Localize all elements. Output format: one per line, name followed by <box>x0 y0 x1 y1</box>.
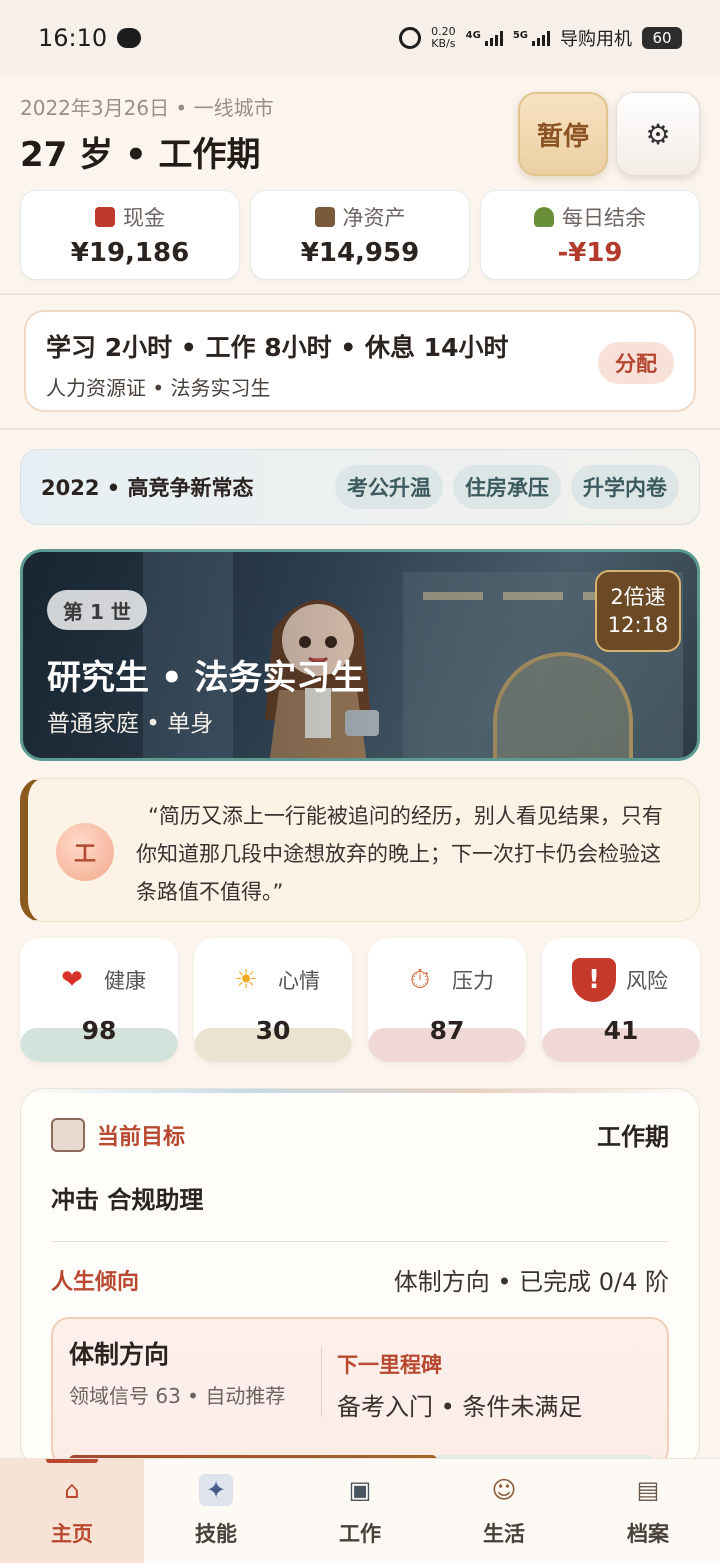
era-title: 2022 • 高竞争新常态 <box>41 476 254 500</box>
divider <box>321 1347 322 1417</box>
goal-label: 当前目标 <box>97 1124 186 1150</box>
game-header: 2022年3月26日 • 一线城市 27 岁 • 工作期 暂停 ⚙ <box>20 92 700 182</box>
stopwatch-icon: ⏱ <box>409 964 431 995</box>
stat-value: ¥19,186 <box>70 238 190 268</box>
character-title: 研究生 • 法务实习生 <box>47 658 365 698</box>
next-milestone-label: 下一里程碑 <box>337 1353 442 1377</box>
nav-life[interactable]: ☺ 生活 <box>432 1459 576 1563</box>
stat-label: 净资产 <box>342 206 406 230</box>
nav-archive[interactable]: ▤ 档案 <box>576 1459 720 1563</box>
nav-label: 技能 <box>195 1522 237 1546</box>
metric-label: 健康 <box>104 969 146 993</box>
shield-icon: ! <box>572 958 616 1002</box>
stat-value: -¥19 <box>557 238 623 268</box>
skill-book-icon: ✦ <box>199 1474 233 1506</box>
quote-text: “简历又添上一行能被追问的经历，别人看见结果，只有你知道那几段中途想放弃的晚上；… <box>136 804 663 904</box>
bank-icon <box>314 207 335 227</box>
era-card: 2022 • 高竞争新常态 考公升温 住房承压 升学内卷 <box>20 449 700 525</box>
metric-risk[interactable]: ! 风险 41 <box>542 938 700 1062</box>
signal-4g-icon: 4G <box>466 30 503 46</box>
speed-label: 2倍速 <box>610 585 666 609</box>
goal-stage: 工作期 <box>597 1123 669 1151</box>
carrier-name: 导购用机 <box>560 29 632 50</box>
stat-cards: 现金 ¥19,186 净资产 ¥14,959 每日结余 -¥19 <box>20 190 700 280</box>
sun-icon: ☀ <box>234 965 258 995</box>
divider <box>0 428 720 430</box>
goal-card: 当前目标 工作期 冲击 合规助理 人生倾向 体制方向 • 已完成 0/4 阶 体… <box>20 1088 700 1468</box>
signal-4g-label: 4G <box>465 30 481 41</box>
nav-label: 主页 <box>51 1522 93 1546</box>
tendency-value: 体制方向 • 已完成 0/4 阶 <box>393 1268 669 1296</box>
briefcase-icon: ▣ <box>348 1476 372 1504</box>
metric-value: 41 <box>603 1016 639 1045</box>
archive-icon: ▤ <box>636 1476 660 1504</box>
goal-target: 冲击 合规助理 <box>51 1186 204 1214</box>
nav-label: 生活 <box>483 1522 525 1546</box>
stat-card-cash: 现金 ¥19,186 <box>20 190 240 280</box>
metric-value: 30 <box>255 1016 291 1045</box>
schedule-activities: 人力资源证 • 法务实习生 <box>46 376 271 400</box>
heart-icon: ❤ <box>61 965 83 995</box>
nav-work[interactable]: ▣ 工作 <box>288 1459 432 1563</box>
divider <box>0 293 720 295</box>
metric-label: 压力 <box>452 969 494 993</box>
schedule-hours: 学习 2小时 • 工作 8小时 • 休息 14小时 <box>46 333 509 362</box>
metric-value: 87 <box>429 1016 465 1045</box>
life-count-badge: 第 1 世 <box>47 590 147 630</box>
stat-value: ¥14,959 <box>300 238 420 268</box>
metric-stress[interactable]: ⏱ 压力 87 <box>368 938 526 1062</box>
metric-mood[interactable]: ☀ 心情 30 <box>194 938 352 1062</box>
battery-icon: 60 <box>642 27 682 49</box>
sprout-icon <box>534 207 554 227</box>
metric-label: 风险 <box>626 969 668 993</box>
home-icon: ⌂ <box>64 1476 80 1504</box>
character-subtitle: 普通家庭 • 单身 <box>47 711 214 737</box>
status-time: 16:10 <box>38 24 108 52</box>
metric-health[interactable]: ❤ 健康 98 <box>20 938 178 1062</box>
quote-card: 工 “简历又添上一行能被追问的经历，别人看见结果，只有你知道那几段中途想放弃的晚… <box>20 778 700 922</box>
nav-label: 档案 <box>627 1522 669 1546</box>
bottom-nav: ⌂ 主页 ✦ 技能 ▣ 工作 ☺ 生活 ▤ 档案 <box>0 1458 720 1563</box>
life-icon: ☺ <box>491 1476 517 1504</box>
net-speed: 0.20 KB/s <box>431 26 456 50</box>
red-envelope-icon <box>95 207 115 227</box>
tendency-label: 人生倾向 <box>51 1269 140 1295</box>
goal-accent-line <box>21 1089 699 1093</box>
stat-card-daily-balance: 每日结余 -¥19 <box>480 190 700 280</box>
stat-label: 现金 <box>123 206 165 230</box>
allocate-button[interactable]: 分配 <box>598 342 674 384</box>
career-path-card[interactable]: 体制方向 领域信号 63 • 自动推荐 下一里程碑 备考入门 • 条件未满足 <box>51 1317 669 1467</box>
wechat-icon <box>117 28 142 48</box>
era-tag[interactable]: 考公升温 <box>335 465 443 509</box>
alarm-icon <box>399 27 422 49</box>
nav-skills[interactable]: ✦ 技能 <box>144 1459 288 1563</box>
path-title: 体制方向 <box>69 1340 170 1369</box>
pause-button[interactable]: 暂停 <box>518 92 608 176</box>
stat-label: 每日结余 <box>562 206 646 230</box>
era-tag[interactable]: 升学内卷 <box>571 465 679 509</box>
metrics-row: ❤ 健康 98 ☀ 心情 30 ⏱ 压力 87 ! 风险 41 <box>20 938 700 1062</box>
path-signal: 领域信号 63 • 自动推荐 <box>69 1384 286 1408</box>
schedule-card[interactable]: 学习 2小时 • 工作 8小时 • 休息 14小时 人力资源证 • 法务实习生 … <box>24 310 696 412</box>
signal-5g-label: 5G <box>512 30 528 41</box>
gear-icon: ⚙ <box>645 117 671 151</box>
next-milestone-value: 备考入门 • 条件未满足 <box>337 1393 583 1421</box>
signal-5g-icon: 5G <box>513 30 550 46</box>
metric-value: 98 <box>81 1016 117 1045</box>
character-hero-card[interactable]: 第 1 世 研究生 • 法务实习生 普通家庭 • 单身 2倍速 12:18 <box>20 549 700 761</box>
nav-label: 工作 <box>339 1522 381 1546</box>
era-tag[interactable]: 住房承压 <box>453 465 561 509</box>
nav-home[interactable]: ⌂ 主页 <box>0 1459 144 1563</box>
target-notebook-icon <box>51 1117 85 1152</box>
metric-label: 心情 <box>278 969 320 993</box>
divider <box>51 1241 669 1242</box>
game-clock: 12:18 <box>607 613 669 637</box>
settings-button[interactable]: ⚙ <box>616 92 700 176</box>
speaker-avatar: 工 <box>56 823 114 881</box>
net-speed-unit: KB/s <box>431 37 456 50</box>
speed-badge[interactable]: 2倍速 12:18 <box>595 570 681 652</box>
status-bar: 16:10 0.20 KB/s 4G 5G 导购用机 60 <box>0 0 720 76</box>
stat-card-net-assets: 净资产 ¥14,959 <box>250 190 470 280</box>
